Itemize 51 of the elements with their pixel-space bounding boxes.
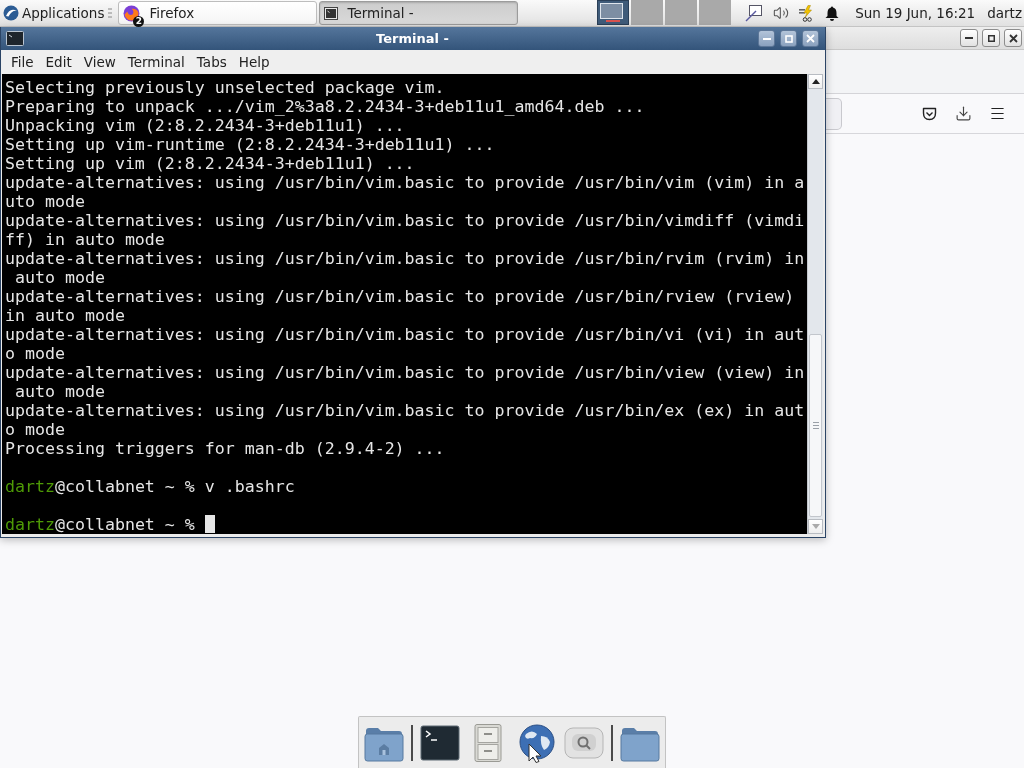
shell-prompt: dartz@collabnet ~ % v .bashrc xyxy=(5,477,295,496)
caret-up-icon xyxy=(811,79,820,84)
terminal-line: Setting up vim-runtime (2:8.2.2434-3+deb11u1) ... xyxy=(5,135,496,154)
caret-down-icon xyxy=(811,524,820,529)
menu-item[interactable]: Help xyxy=(232,51,276,73)
count-badge: 2 xyxy=(133,15,145,27)
minimize-button[interactable] xyxy=(960,29,978,47)
maximize-icon xyxy=(987,34,995,42)
grip-icon xyxy=(108,7,113,19)
scrollbar-thumb[interactable] xyxy=(809,334,822,517)
minimize-icon xyxy=(965,37,973,39)
clock[interactable]: Sun 19 Jun, 16:21 xyxy=(855,5,976,21)
speaker-icon[interactable] xyxy=(773,5,790,21)
swoosh-logo-icon xyxy=(3,5,19,21)
terminal-icon[interactable] xyxy=(6,31,24,46)
window-title: Terminal - xyxy=(376,31,449,46)
terminal-line: Processing triggers for man-db (2.9.4-2) ... xyxy=(5,439,446,458)
user-menu[interactable]: dartz xyxy=(987,5,1022,21)
applications-menu[interactable]: Applications xyxy=(1,0,107,26)
workspace-button[interactable] xyxy=(597,0,630,25)
menu-item[interactable]: Tabs xyxy=(190,51,233,73)
chevron-shield-icon xyxy=(921,106,937,121)
task-button[interactable]: 2 Firefox xyxy=(118,1,318,25)
terminal-line: Preparing to unpack .../vim_2%3a8.2.2434-3+deb11u1_amd64.deb ... xyxy=(5,97,646,116)
scroll-up-button[interactable] xyxy=(808,74,823,89)
terminal-icon[interactable] xyxy=(419,722,461,763)
maximize-button[interactable] xyxy=(982,29,1000,47)
close-icon xyxy=(1008,33,1018,43)
scrollbar[interactable] xyxy=(807,74,823,534)
terminal-line: Setting up vim (2:8.2.2434-3+deb11u1) ... xyxy=(5,154,416,173)
shell-prompt: dartz@collabnet ~ % xyxy=(5,515,195,534)
terminal-icon xyxy=(324,6,339,20)
screen-pen-icon[interactable] xyxy=(745,4,764,22)
grip-icon xyxy=(812,422,819,429)
close-button[interactable] xyxy=(1004,29,1022,47)
menu-item[interactable]: File xyxy=(5,51,40,73)
menu-item[interactable]: Edit xyxy=(39,51,78,73)
menu-item[interactable]: Terminal xyxy=(121,51,191,73)
terminal-line: update-alternatives: using /usr/bin/vim.basic to provide /usr/bin/ex (ex) in auto mode xyxy=(5,401,806,439)
bell-icon[interactable] xyxy=(825,5,840,21)
task-button[interactable]: Terminal - xyxy=(319,1,519,25)
menu-icon xyxy=(988,105,1006,122)
terminal-line: Selecting previously unselected package vim. xyxy=(5,78,446,97)
maximize-icon xyxy=(784,34,793,43)
minimize-icon xyxy=(762,37,771,40)
close-icon xyxy=(806,34,815,43)
menu-item[interactable]: View xyxy=(77,51,122,73)
browser-icon xyxy=(123,4,141,22)
terminal-line: Unpacking vim (2:8.2.2434-3+deb11u1) ... xyxy=(5,116,406,135)
address-field[interactable] xyxy=(826,97,842,130)
download-icon xyxy=(954,105,972,122)
